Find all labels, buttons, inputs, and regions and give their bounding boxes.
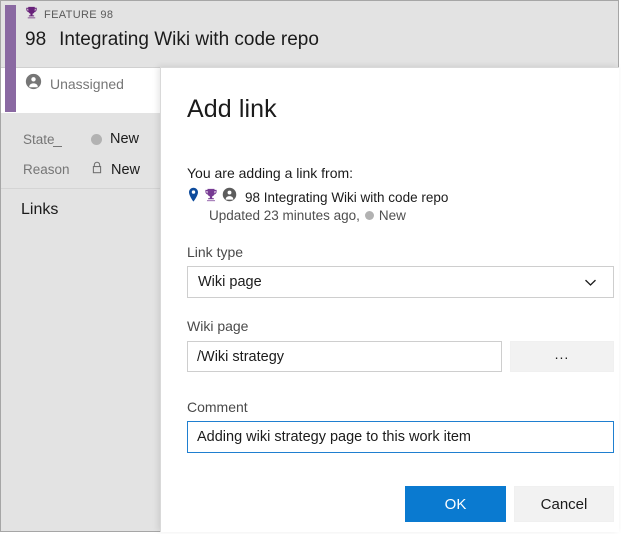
dialog-from-item-meta: Updated 23 minutes ago, New (209, 208, 406, 223)
wiki-page-label: Wiki page (187, 318, 249, 334)
wiki-page-input[interactable] (187, 341, 502, 372)
field-row-state: State New (23, 131, 139, 147)
page-title[interactable]: Integrating Wiki with code repo (59, 29, 319, 51)
lock-icon (91, 161, 103, 178)
dialog-from-item-updated: Updated 23 minutes ago, (209, 208, 360, 223)
chevron-down-icon (584, 276, 597, 289)
trophy-icon (25, 6, 38, 24)
person-avatar-icon (222, 187, 237, 207)
field-label-reason: Reason (23, 162, 70, 177)
links-section-title: Links (21, 201, 59, 218)
field-row-reason: Reason New (23, 161, 140, 178)
screenshot-root: FEATURE 98 98 Integrating Wiki with code… (0, 0, 621, 534)
work-item-type-accent-bar (5, 5, 16, 112)
comment-label: Comment (187, 399, 248, 415)
ok-button[interactable]: OK (405, 486, 506, 522)
dialog-title: Add link (187, 95, 277, 123)
location-pin-icon (187, 187, 200, 207)
dialog-from-item-state: New (378, 208, 406, 223)
field-value-state-text: New (110, 131, 140, 147)
status-dot-icon (91, 133, 102, 145)
link-type-selected-value: Wiki page (198, 274, 262, 290)
link-type-select[interactable]: Wiki page (187, 266, 614, 298)
assigned-to-row[interactable]: Unassigned (25, 73, 124, 95)
work-item-type-label: FEATURE 98 (44, 9, 114, 21)
field-value-reason: New (91, 161, 140, 178)
work-item-type-row: FEATURE 98 (25, 6, 113, 24)
status-dot-icon (364, 211, 374, 220)
assigned-to-label: Unassigned (50, 76, 124, 92)
work-item-title-row: 98 Integrating Wiki with code repo (25, 29, 319, 51)
field-value-state[interactable]: New (91, 131, 139, 147)
dialog-from-item-text: 98 Integrating Wiki with code repo (245, 189, 449, 205)
dialog-from-label: You are adding a link from: (187, 165, 354, 181)
comment-input[interactable] (187, 421, 614, 453)
cancel-button[interactable]: Cancel (514, 486, 614, 522)
add-link-dialog: Add link You are adding a link from: 98 … (160, 67, 619, 532)
wiki-page-browse-button[interactable]: ... (510, 341, 614, 372)
dialog-from-item: 98 Integrating Wiki with code repo (187, 187, 448, 207)
trophy-icon (204, 188, 218, 207)
person-avatar-icon (25, 73, 42, 95)
link-type-label: Link type (187, 244, 244, 260)
field-label-state: State (23, 132, 91, 147)
work-item-id: 98 (25, 29, 47, 50)
field-value-reason-text: New (111, 161, 141, 178)
